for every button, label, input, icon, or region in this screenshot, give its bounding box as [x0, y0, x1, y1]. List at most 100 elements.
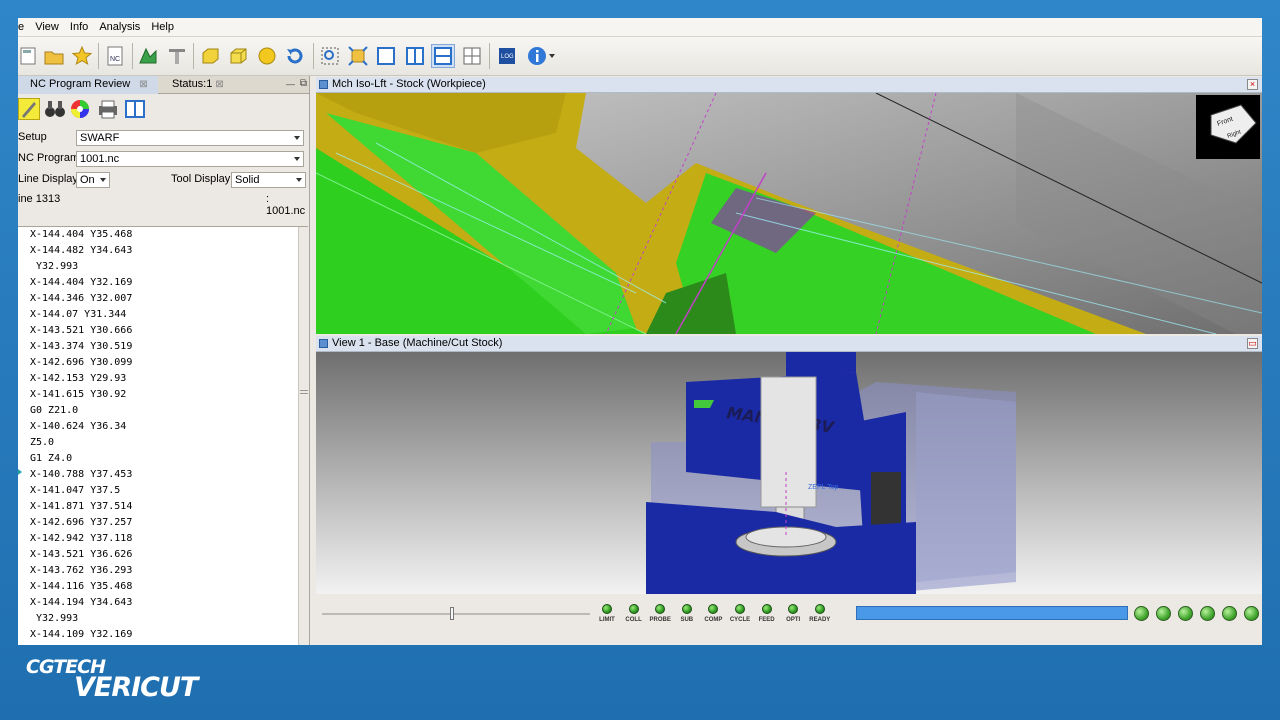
nc-code-line[interactable]: Z5.0	[30, 435, 308, 451]
menu-help[interactable]: Help	[147, 18, 178, 33]
nc-code-line[interactable]: X-144.404 Y32.169	[30, 275, 308, 291]
view-orientation-cube[interactable]: Front Right	[1196, 95, 1260, 159]
machine-3d-view[interactable]: MAM72-63V ZEPL Top	[316, 352, 1262, 594]
fixture-box-icon[interactable]	[226, 44, 250, 68]
step-button[interactable]	[1200, 606, 1215, 621]
nc-code-line[interactable]: X-144.07 Y31.344	[30, 307, 308, 323]
nc-code-line[interactable]: X-142.696 Y37.257	[30, 515, 308, 531]
single-view-icon[interactable]	[374, 44, 398, 68]
status-led-sub[interactable]: SUB	[674, 604, 700, 623]
tool-manager-icon[interactable]	[165, 44, 189, 68]
status-led-ready[interactable]: READY	[807, 604, 833, 623]
reset-model-icon[interactable]	[283, 44, 307, 68]
tab-nc-program-review[interactable]: NC Program Review ⊠	[18, 76, 158, 94]
menu-view[interactable]: View	[31, 18, 63, 33]
nc-code-line[interactable]: X-143.752 Y31.344	[30, 643, 308, 645]
two-view-icon[interactable]	[403, 44, 427, 68]
status-led-feed[interactable]: FEED	[754, 604, 780, 623]
step-back-button[interactable]	[1156, 606, 1171, 621]
nc-program-select[interactable]: 1001.nc	[76, 151, 304, 167]
status-led-limit[interactable]: LIMIT	[594, 604, 620, 623]
nc-code-line[interactable]: X-144.346 Y32.007	[30, 291, 308, 307]
pause-button[interactable]	[1222, 606, 1237, 621]
rewind-button[interactable]	[1134, 606, 1149, 621]
nc-code-line[interactable]: X-141.615 Y30.92	[30, 387, 308, 403]
favorite-star-icon[interactable]	[70, 44, 94, 68]
nc-code-line[interactable]: X-143.521 Y30.666	[30, 323, 308, 339]
led-indicator-icon	[655, 604, 666, 614]
stock-3d-view[interactable]: Front Right	[316, 93, 1262, 334]
nc-code-line[interactable]: X-144.482 Y34.643	[30, 243, 308, 259]
led-indicator-icon	[628, 604, 639, 614]
viewport-stock: Mch Iso-Lft - Stock (Workpiece) × Front …	[316, 77, 1262, 335]
panel-toolbar	[18, 94, 309, 124]
status-led-coll[interactable]: COLL	[621, 604, 647, 623]
nc-program-review-panel: NC Program Review ⊠ Status:1 ⊠ — ⧉ Setup…	[18, 76, 310, 645]
fit-view-icon[interactable]	[346, 44, 370, 68]
tool-display-select[interactable]: Solid	[231, 172, 306, 188]
color-wheel-icon[interactable]	[70, 99, 90, 122]
status-led-probe[interactable]: PROBE	[647, 604, 673, 623]
nc-code-line[interactable]: X-142.696 Y30.099	[30, 355, 308, 371]
menu-info[interactable]: Info	[66, 18, 92, 33]
binoculars-icon[interactable]	[44, 99, 66, 122]
minimize-panel-icon[interactable]: —	[286, 79, 295, 89]
nc-code-line[interactable]: X-142.153 Y29.93	[30, 371, 308, 387]
nc-code-line[interactable]: X-140.788 Y37.453	[30, 467, 308, 483]
close-viewport-stock-icon[interactable]: ×	[1247, 79, 1258, 90]
nc-code-line[interactable]: X-141.047 Y37.5	[30, 483, 308, 499]
new-project-icon[interactable]	[18, 44, 42, 68]
animation-speed-track[interactable]	[322, 613, 590, 615]
nc-code-line[interactable]: Y32.993	[30, 259, 308, 275]
status-led-opti[interactable]: OPTI	[780, 604, 806, 623]
nc-code-line[interactable]: X-141.871 Y37.514	[30, 499, 308, 515]
led-label: COMP	[704, 617, 723, 623]
highlight-tool-icon[interactable]	[18, 98, 40, 120]
float-panel-icon[interactable]: ⧉	[300, 78, 307, 89]
nc-code-line[interactable]: G1 Z4.0	[30, 451, 308, 467]
scroll-grip[interactable]	[300, 390, 308, 394]
nc-code-line[interactable]: Y32.993	[30, 611, 308, 627]
led-label: CYCLE	[729, 617, 751, 623]
menu-analysis[interactable]: Analysis	[95, 18, 144, 33]
animation-speed-slider[interactable]	[450, 607, 454, 620]
nc-code-listing[interactable]: X-144.404 Y35.468 X-144.482 Y34.643 Y32.9…	[18, 226, 308, 645]
code-scrollbar[interactable]	[298, 227, 308, 645]
play-back-button[interactable]	[1178, 606, 1193, 621]
nc-code-line[interactable]: X-140.624 Y36.34	[30, 419, 308, 435]
nc-code-line[interactable]: X-143.374 Y30.519	[30, 339, 308, 355]
current-line-number: ine 1313	[18, 193, 61, 205]
nc-code-line[interactable]: X-142.942 Y37.118	[30, 531, 308, 547]
toolpath-icon[interactable]	[136, 44, 160, 68]
print-icon[interactable]	[97, 99, 119, 122]
svg-text:ZEPL Top: ZEPL Top	[808, 484, 838, 491]
menu-file[interactable]: e	[18, 18, 28, 33]
nc-code-line[interactable]: X-144.194 Y34.643	[30, 595, 308, 611]
nc-code-line[interactable]: X-143.521 Y36.626	[30, 547, 308, 563]
log-file-icon[interactable]: LOG	[495, 44, 519, 68]
nc-code-line[interactable]: X-144.404 Y35.468	[30, 227, 308, 243]
nc-code-line[interactable]: G0 Z21.0	[30, 403, 308, 419]
line-display-select[interactable]: On	[76, 172, 110, 188]
zoom-window-icon[interactable]	[318, 44, 342, 68]
tab-status[interactable]: Status:1 ⊠	[166, 76, 232, 94]
stock-box-icon[interactable]	[198, 44, 222, 68]
simulation-progress-bar	[856, 606, 1128, 620]
info-dropdown-icon[interactable]	[546, 44, 558, 68]
four-view-icon[interactable]	[460, 44, 484, 68]
stacked-view-icon[interactable]	[431, 44, 455, 68]
nc-code-line[interactable]: X-144.109 Y32.169	[30, 627, 308, 643]
viewport-stock-title: Mch Iso-Lft - Stock (Workpiece) ×	[316, 77, 1262, 93]
nc-program-icon[interactable]: NC	[104, 44, 128, 68]
close-viewport-machine-icon[interactable]: ▭	[1247, 338, 1258, 349]
design-sphere-icon[interactable]	[255, 44, 279, 68]
split-panel-icon[interactable]	[124, 99, 146, 122]
stop-button[interactable]	[1244, 606, 1259, 621]
setup-select[interactable]: SWARF	[76, 130, 304, 146]
open-folder-icon[interactable]	[42, 44, 66, 68]
nc-code-line[interactable]: X-143.762 Y36.293	[30, 563, 308, 579]
nc-code-line[interactable]: X-144.116 Y35.468	[30, 579, 308, 595]
svg-text:NC: NC	[110, 56, 120, 63]
status-led-cycle[interactable]: CYCLE	[727, 604, 753, 623]
status-led-comp[interactable]: COMP	[700, 604, 726, 623]
